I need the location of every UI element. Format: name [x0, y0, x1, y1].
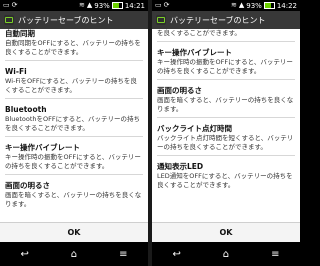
tip-desc: キー操作時の振動をOFFにすると、バッテリーの持ちを良くすることができます。	[5, 153, 141, 170]
status-bar: ▭ ⟳ ≋ ▲ 93% 14:22	[152, 0, 300, 11]
tip-title: 画面の明るさ	[5, 181, 50, 190]
sync-icon: ⟳	[11, 1, 18, 9]
back-icon[interactable]: ↩	[15, 249, 35, 260]
dialog-header: バッテリーセーブのヒント	[0, 11, 148, 29]
clock: 14:22	[276, 1, 297, 10]
list-item: 通知表示LED LED通知をOFFにすると、バッテリーの持ちを良くすることができ…	[157, 162, 295, 190]
ok-button[interactable]: OK	[0, 222, 148, 242]
battery-saver-icon: ▭	[3, 1, 10, 9]
status-right: ≋ ▲ 93% 14:22	[231, 1, 297, 10]
ok-label: OK	[67, 228, 81, 237]
clock: 14:21	[124, 1, 145, 10]
divider	[5, 98, 143, 99]
tip-title: 自動同期	[5, 29, 35, 38]
tip-title: 画面の明るさ	[157, 86, 202, 95]
wifi-icon: ≋	[230, 1, 237, 9]
divider	[5, 136, 143, 137]
tip-title: バックライト点灯時間	[157, 124, 232, 133]
tip-title: 通知表示LED	[157, 162, 204, 171]
menu-icon[interactable]: ≡	[265, 249, 285, 260]
screens: ▭ ⟳ ≋ ▲ 93% 14:21 バッテリーセーブのヒント 自動同期 自動同期…	[0, 0, 300, 266]
wifi-icon: ≋	[78, 1, 85, 9]
divider	[157, 117, 295, 118]
ok-button[interactable]: OK	[152, 222, 300, 242]
divider	[157, 79, 295, 80]
battery-percent: 93%	[246, 1, 262, 10]
list-item: Bluetooth BluetoothをOFFにすると、バッテリーの持ちを良くす…	[5, 105, 143, 137]
divider	[157, 41, 295, 42]
battery-icon	[4, 15, 14, 25]
battery-percent: 93%	[94, 1, 110, 10]
list-item: 画面の明るさ 画面を暗くすると、バッテリーの持ちを良くなります。	[157, 86, 295, 118]
notification-icons: ▭ ⟳	[155, 1, 170, 10]
tip-title: キー操作バイブレート	[157, 48, 232, 57]
battery-tips-dialog: バッテリーセーブのヒント を良くすることができます。 キー操作バイブレート キー…	[152, 11, 300, 242]
status-right: ≋ ▲ 93% 14:21	[79, 1, 145, 10]
battery-icon	[156, 15, 166, 25]
tips-list[interactable]: 自動同期 自動同期をOFFにすると、バッテリーの持ちを良くすることができます。 …	[0, 29, 148, 223]
back-icon[interactable]: ↩	[167, 249, 187, 260]
list-item: Wi-Fi Wi-FiをOFFにすると、バッテリーの持ちを良くすることができます…	[5, 67, 143, 99]
ok-label: OK	[219, 228, 233, 237]
divider	[157, 155, 295, 156]
dialog-header: バッテリーセーブのヒント	[152, 11, 300, 29]
signal-icon: ▲	[86, 1, 93, 9]
tip-desc: LED通知をOFFにすると、バッテリーの持ちを良くすることができます。	[157, 172, 293, 189]
divider	[5, 174, 143, 175]
left-screen: ▭ ⟳ ≋ ▲ 93% 14:21 バッテリーセーブのヒント 自動同期 自動同期…	[0, 0, 148, 266]
tip-desc: 画面を暗くすると、バッテリーの持ちを良くなります。	[157, 96, 294, 113]
list-item: キー操作バイブレート キー操作時の振動をOFFにすると、バッテリーの持ちを良くす…	[157, 48, 295, 80]
tip-desc: 自動同期をOFFにすると、バッテリーの持ちを良くすることができます。	[5, 39, 141, 56]
signal-icon: ▲	[238, 1, 245, 9]
home-icon[interactable]: ⌂	[216, 249, 236, 260]
battery-icon	[111, 2, 123, 9]
list-item: 自動同期 自動同期をOFFにすると、バッテリーの持ちを良くすることができます。	[5, 29, 143, 61]
tip-desc: バックライト点灯時間を短くすると、バッテリーの持ちを良くすることができます。	[157, 134, 294, 151]
tip-title: Wi-Fi	[5, 67, 27, 76]
tip-desc: BluetoothをOFFにすると、バッテリーの持ちを良くすることができます。	[5, 115, 140, 132]
tip-title: Bluetooth	[5, 105, 47, 114]
partial-desc: を良くすることができます。	[157, 29, 241, 37]
list-item: 画面の明るさ 画面を暗くすると、バッテリーの持ちを良くなります。	[5, 181, 143, 209]
tip-desc: キー操作時の振動をOFFにすると、バッテリーの持ちを良くすることができます。	[157, 58, 293, 75]
tip-desc: Wi-FiをOFFにすると、バッテリーの持ちを良くすることができます。	[5, 77, 137, 94]
navigation-bar: ↩ ⌂ ≡	[0, 242, 148, 266]
list-item: バックライト点灯時間 バックライト点灯時間を短くすると、バッテリーの持ちを良くす…	[157, 124, 295, 156]
tips-list[interactable]: を良くすることができます。 キー操作バイブレート キー操作時の振動をOFFにする…	[152, 29, 300, 223]
status-bar: ▭ ⟳ ≋ ▲ 93% 14:21	[0, 0, 148, 11]
battery-icon	[263, 2, 275, 9]
battery-saver-icon: ▭	[155, 1, 162, 9]
home-icon[interactable]: ⌂	[64, 249, 84, 260]
menu-icon[interactable]: ≡	[113, 249, 133, 260]
dialog-title: バッテリーセーブのヒント	[170, 15, 266, 25]
notification-icons: ▭ ⟳	[3, 1, 18, 10]
list-item: キー操作バイブレート キー操作時の振動をOFFにすると、バッテリーの持ちを良くす…	[5, 143, 143, 175]
divider	[5, 60, 143, 61]
navigation-bar: ↩ ⌂ ≡	[152, 242, 300, 266]
right-screen: ▭ ⟳ ≋ ▲ 93% 14:22 バッテリーセーブのヒント を良くすることがで…	[152, 0, 300, 266]
sync-icon: ⟳	[163, 1, 170, 9]
tip-title: キー操作バイブレート	[5, 143, 80, 152]
dialog-title: バッテリーセーブのヒント	[18, 15, 114, 25]
battery-tips-dialog: バッテリーセーブのヒント 自動同期 自動同期をOFFにすると、バッテリーの持ちを…	[0, 11, 148, 242]
tip-desc: 画面を暗くすると、バッテリーの持ちを良くなります。	[5, 191, 142, 208]
